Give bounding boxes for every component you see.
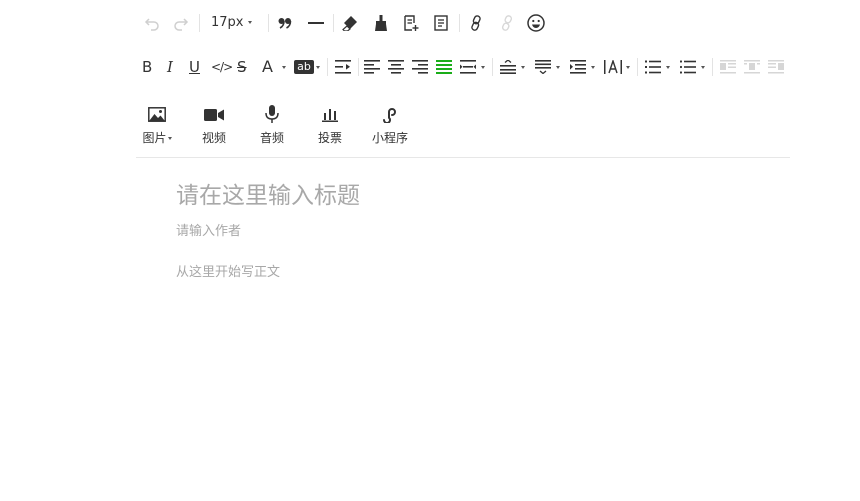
insert-video-button[interactable]: 视频 — [186, 100, 242, 148]
body-placeholder: 从这里开始写正文 — [176, 265, 281, 280]
template-icon[interactable] — [431, 13, 451, 33]
spacing-before-caret-icon — [521, 66, 525, 69]
font-color-label: A — [262, 57, 273, 76]
mini-program-icon — [382, 106, 399, 127]
author-placeholder: 请输入作者 — [176, 224, 242, 239]
spacing-after-caret-icon — [556, 66, 560, 69]
ordered-list-icon[interactable] — [643, 57, 663, 77]
underline-label: U — [189, 58, 200, 76]
video-label: 视频 — [201, 131, 226, 145]
vote-icon — [322, 107, 338, 126]
ordered-list-caret-icon — [666, 66, 670, 69]
author-input[interactable]: 请输入作者 — [176, 220, 241, 239]
toolbar-separator — [199, 14, 200, 32]
line-height-caret-icon — [591, 66, 595, 69]
code-button[interactable]: </> — [211, 60, 233, 74]
letter-spacing-icon[interactable] — [603, 57, 623, 77]
unordered-list-icon[interactable] — [678, 57, 698, 77]
bold-label: B — [142, 58, 153, 76]
insert-template-icon[interactable] — [401, 13, 421, 33]
insert-vote-button[interactable]: 投票 — [302, 100, 358, 148]
float-center-icon[interactable] — [742, 57, 762, 77]
indent-icon[interactable] — [333, 57, 353, 77]
toolbar-separator — [358, 58, 359, 76]
image-icon — [148, 106, 166, 126]
strike-label: S — [237, 58, 247, 76]
body-editor[interactable]: 从这里开始写正文 — [176, 261, 280, 280]
line-height-icon[interactable] — [568, 57, 588, 77]
paragraph-spacing-after-icon[interactable] — [533, 57, 553, 77]
format-brush-icon[interactable] — [371, 13, 391, 33]
align-justify-icon[interactable] — [434, 57, 454, 77]
title-placeholder: 请在这里输入标题 — [176, 183, 360, 209]
toolbar-separator — [459, 14, 460, 32]
insert-mini-program-button[interactable]: 小程序 — [362, 100, 418, 148]
font-color-button[interactable]: A — [262, 57, 273, 76]
font-color-caret-icon — [282, 66, 286, 69]
align-center-icon[interactable] — [386, 57, 406, 77]
image-label: 图片 — [142, 131, 167, 145]
undo-icon[interactable] — [142, 13, 162, 33]
toolbar-separator — [333, 14, 334, 32]
audio-icon — [265, 105, 279, 127]
toolbar-divider — [136, 157, 790, 158]
unordered-list-caret-icon — [701, 66, 705, 69]
horizontal-rule-icon[interactable] — [306, 13, 326, 33]
background-color-caret-icon — [316, 66, 320, 69]
vote-label: 投票 — [317, 131, 342, 145]
emoji-icon[interactable] — [526, 13, 546, 33]
font-size-select[interactable]: 17px — [211, 15, 244, 30]
insert-audio-button[interactable]: 音频 — [244, 100, 300, 148]
font-size-caret-icon — [248, 21, 252, 24]
align-right-icon[interactable] — [410, 57, 430, 77]
insert-image-button[interactable]: 图片 — [129, 100, 185, 148]
letter-spacing-caret-icon — [626, 66, 630, 69]
toolbar-separator — [492, 58, 493, 76]
italic-label: I — [167, 58, 173, 76]
float-left-icon[interactable] — [718, 57, 738, 77]
image-dropdown-caret-icon — [167, 137, 172, 140]
unlink-icon[interactable] — [497, 13, 517, 33]
toolbar-separator — [637, 58, 638, 76]
distributed-align-icon[interactable] — [458, 57, 478, 77]
background-color-button[interactable]: ab — [294, 60, 314, 74]
strikethrough-button[interactable]: S — [237, 58, 247, 76]
title-input[interactable]: 请在这里输入标题 — [176, 176, 360, 210]
align-caret-icon — [481, 66, 485, 69]
toolbar-separator — [268, 14, 269, 32]
code-label: </> — [211, 60, 233, 74]
redo-icon[interactable] — [171, 13, 191, 33]
background-color-label: ab — [297, 60, 311, 73]
paragraph-spacing-before-icon[interactable] — [498, 57, 518, 77]
mini-program-label: 小程序 — [371, 131, 408, 145]
quote-icon[interactable] — [275, 13, 295, 33]
align-left-icon[interactable] — [362, 57, 382, 77]
toolbar-separator — [327, 58, 328, 76]
toolbar-separator — [712, 58, 713, 76]
underline-button[interactable]: U — [189, 58, 200, 76]
audio-label: 音频 — [259, 131, 284, 145]
link-icon[interactable] — [466, 13, 486, 33]
italic-button[interactable]: I — [167, 58, 173, 76]
bold-button[interactable]: B — [142, 58, 152, 76]
float-right-icon[interactable] — [766, 57, 786, 77]
eraser-icon[interactable] — [340, 13, 360, 33]
font-size-value: 17px — [211, 15, 244, 30]
video-icon — [204, 107, 224, 126]
